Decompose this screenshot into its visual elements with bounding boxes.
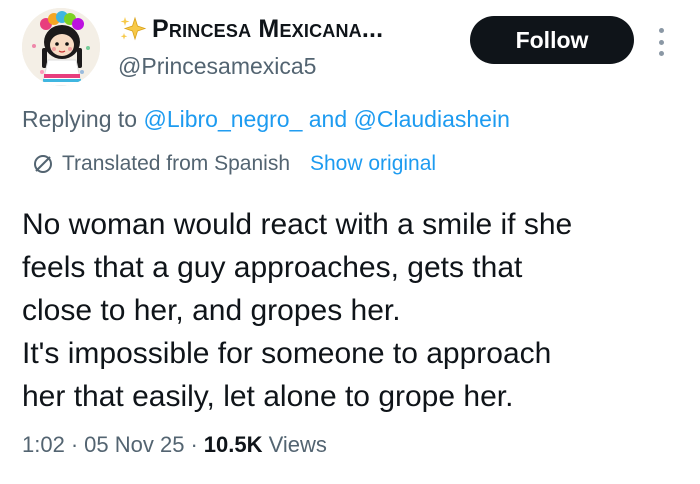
views-count: 10.5K xyxy=(203,432,263,457)
tweet-line: It's impossible for someone to approach xyxy=(22,337,552,370)
tweet-line: her that easily, let alone to grope her. xyxy=(22,380,514,413)
tweet-line: No woman would react with a smile if she xyxy=(22,208,573,241)
sparkles-icon xyxy=(120,16,147,41)
more-options-icon[interactable] xyxy=(652,22,670,62)
avatar[interactable] xyxy=(22,8,100,86)
author-display-name[interactable]: Princesa Mexicana... xyxy=(152,15,383,44)
views-label: Views xyxy=(268,432,327,457)
tweet-date[interactable]: 05 Nov 25 xyxy=(84,432,184,457)
reply-context: Replying to @Libro_negro_ and @Claudiash… xyxy=(22,106,510,133)
globe-icon xyxy=(34,155,52,173)
reply-connector: and xyxy=(308,106,348,132)
mention-link-2[interactable]: @Claudiashein xyxy=(354,106,510,132)
tweet-text: No woman would react with a smile if she… xyxy=(22,203,682,418)
doll-avatar-icon xyxy=(22,8,100,86)
tweet-time[interactable]: 1:02 xyxy=(22,432,65,457)
translation-notice: Translated from Spanish Show original xyxy=(32,152,436,176)
show-original-link[interactable]: Show original xyxy=(310,152,436,176)
translated-label: Translated from Spanish xyxy=(62,152,290,175)
tweet-line: feels that a guy approaches, gets that xyxy=(22,251,523,284)
reply-prefix: Replying to xyxy=(22,106,138,132)
tweet-meta: 1:02 · 05 Nov 25 · 10.5K Views xyxy=(22,432,327,457)
follow-button[interactable]: Follow xyxy=(470,16,634,64)
mention-link-1[interactable]: @Libro_negro_ xyxy=(143,106,302,132)
author-handle[interactable]: @Princesamexica5 xyxy=(118,53,316,80)
tweet-line: close to her, and gropes her. xyxy=(22,294,401,327)
author-name-row[interactable]: Princesa Mexicana... xyxy=(118,14,383,44)
